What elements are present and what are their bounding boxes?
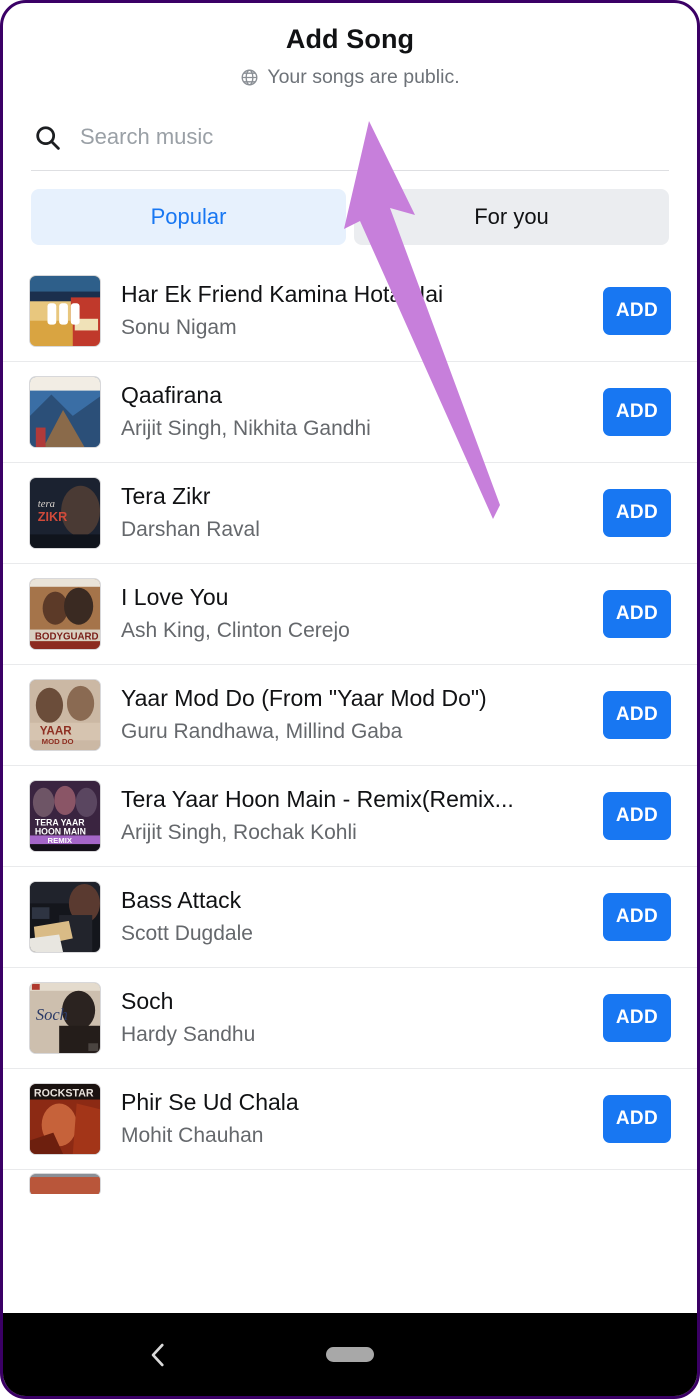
song-meta: Har Ek Friend Kamina Hota Hai Sonu Nigam <box>121 280 583 342</box>
song-row-partial[interactable] <box>3 1170 697 1195</box>
album-art: tera ZIKR <box>29 477 101 550</box>
back-chevron-icon[interactable] <box>141 1338 175 1372</box>
song-artist: Arijit Singh, Rochak Kohli <box>121 820 357 844</box>
add-button[interactable]: ADD <box>603 388 671 437</box>
song-row[interactable]: YAAR MOD DO Yaar Mod Do (From "Yaar Mod … <box>3 665 697 767</box>
svg-text:HOON MAIN: HOON MAIN <box>35 827 86 837</box>
song-row[interactable]: Har Ek Friend Kamina Hota Hai Sonu Nigam… <box>3 261 697 363</box>
tab-popular[interactable]: Popular <box>31 189 346 246</box>
song-meta: Tera Yaar Hoon Main - Remix(Remix... Ari… <box>121 785 583 847</box>
song-artist: Ash King, Clinton Cerejo <box>121 618 350 642</box>
phone-screen: Add Song Your songs are public. Popular … <box>0 0 700 1399</box>
system-navigation-bar <box>3 1313 697 1396</box>
song-meta: Qaafirana Arijit Singh, Nikhita Gandhi <box>121 381 583 443</box>
add-button[interactable]: ADD <box>603 792 671 841</box>
svg-text:ZIKR: ZIKR <box>38 510 67 524</box>
album-art: Soch <box>29 982 101 1055</box>
song-title: Tera Yaar Hoon Main - Remix(Remix... <box>121 786 514 813</box>
song-artist: Scott Dugdale <box>121 921 253 945</box>
page-title: Add Song <box>285 24 415 54</box>
screen-header: Add Song Your songs are public. <box>3 3 697 87</box>
song-title: I Love You <box>121 584 229 611</box>
song-title: Bass Attack <box>121 887 242 914</box>
svg-text:ROCKSTAR: ROCKSTAR <box>34 1088 94 1100</box>
song-row[interactable]: ROCKSTAR Phir Se Ud Chala Mohit Chauhan … <box>3 1069 697 1171</box>
song-meta: Soch Hardy Sandhu <box>121 987 583 1049</box>
song-title: Yaar Mod Do (From "Yaar Mod Do") <box>121 685 487 712</box>
song-title: Phir Se Ud Chala <box>121 1089 299 1116</box>
search-input[interactable] <box>80 124 667 151</box>
add-button[interactable]: ADD <box>603 489 671 538</box>
add-button[interactable]: ADD <box>603 691 671 740</box>
song-row[interactable]: Qaafirana Arijit Singh, Nikhita Gandhi A… <box>3 362 697 464</box>
album-art <box>29 376 101 449</box>
song-artist: Sonu Nigam <box>121 315 237 339</box>
privacy-note: Your songs are public. <box>3 65 697 88</box>
song-title: Tera Zikr <box>121 483 211 510</box>
album-art: YAAR MOD DO <box>29 679 101 752</box>
globe-icon <box>240 68 259 87</box>
song-artist: Mohit Chauhan <box>121 1123 264 1147</box>
svg-text:Soch: Soch <box>36 1005 68 1024</box>
song-artist: Arijit Singh, Nikhita Gandhi <box>121 416 371 440</box>
song-row[interactable]: TERA YAAR HOON MAIN REMIX Tera Yaar Hoon… <box>3 766 697 868</box>
song-title: Har Ek Friend Kamina Hota Hai <box>121 281 444 308</box>
album-art: BODYGUARD <box>29 578 101 651</box>
song-meta: I Love You Ash King, Clinton Cerejo <box>121 583 583 645</box>
song-meta: Tera Zikr Darshan Raval <box>121 482 583 544</box>
album-art: TERA YAAR HOON MAIN REMIX <box>29 780 101 853</box>
song-row[interactable]: tera ZIKR Tera Zikr Darshan Raval ADD <box>3 463 697 565</box>
song-title: Qaafirana <box>121 382 223 409</box>
song-row[interactable]: BODYGUARD I Love You Ash King, Clinton C… <box>3 564 697 666</box>
svg-text:REMIX: REMIX <box>48 836 73 845</box>
svg-text:tera: tera <box>38 498 55 510</box>
song-row[interactable]: Soch Soch Hardy Sandhu ADD <box>3 968 697 1070</box>
svg-text:BODYGUARD: BODYGUARD <box>35 631 99 642</box>
privacy-note-text: Your songs are public. <box>267 65 460 88</box>
tab-bar: Popular For you <box>3 171 697 261</box>
add-button[interactable]: ADD <box>603 1095 671 1144</box>
album-art <box>29 881 101 954</box>
song-artist: Guru Randhawa, Millind Gaba <box>121 719 403 743</box>
tab-for-you[interactable]: For you <box>354 189 669 246</box>
song-artist: Darshan Raval <box>121 517 260 541</box>
add-button[interactable]: ADD <box>603 287 671 336</box>
song-row[interactable]: Bass Attack Scott Dugdale ADD <box>3 867 697 969</box>
album-art: ROCKSTAR <box>29 1083 101 1156</box>
song-meta: Bass Attack Scott Dugdale <box>121 886 583 948</box>
album-art <box>29 275 101 348</box>
add-button[interactable]: ADD <box>603 893 671 942</box>
song-meta: Phir Se Ud Chala Mohit Chauhan <box>121 1088 583 1150</box>
song-meta: Yaar Mod Do (From "Yaar Mod Do") Guru Ra… <box>121 684 583 746</box>
song-title: Soch <box>121 988 174 1015</box>
add-button[interactable]: ADD <box>603 994 671 1043</box>
album-art <box>29 1173 101 1195</box>
home-pill-indicator[interactable] <box>326 1347 374 1362</box>
svg-text:YAAR: YAAR <box>40 725 73 738</box>
search-icon <box>33 123 62 152</box>
add-button[interactable]: ADD <box>603 590 671 639</box>
search-bar[interactable] <box>3 123 697 170</box>
song-artist: Hardy Sandhu <box>121 1022 256 1046</box>
song-list: Har Ek Friend Kamina Hota Hai Sonu Nigam… <box>3 261 697 1195</box>
svg-text:MOD DO: MOD DO <box>42 737 74 746</box>
